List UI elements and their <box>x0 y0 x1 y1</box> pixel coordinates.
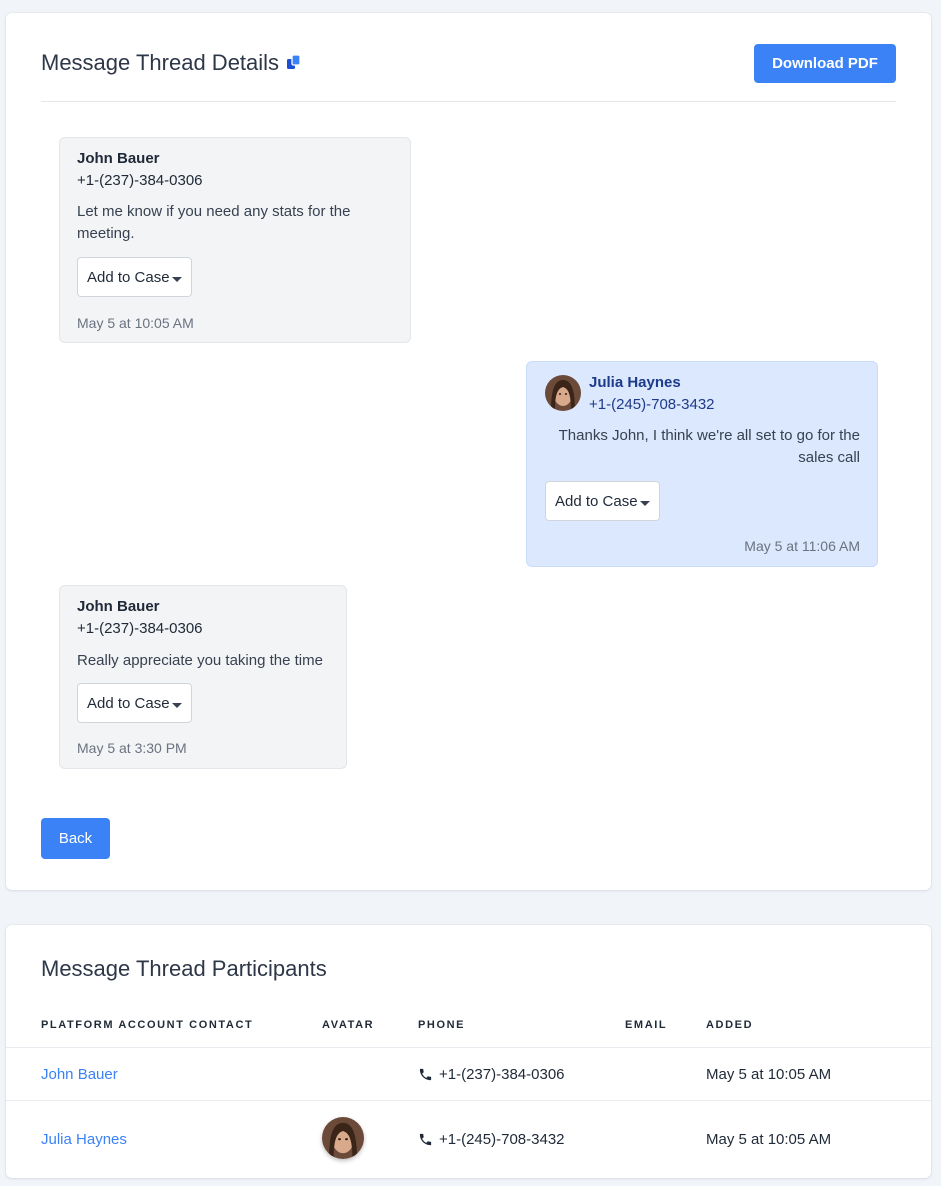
phone-icon <box>418 1132 433 1147</box>
column-header-avatar: AVATAR <box>322 1019 375 1031</box>
participant-phone: +1-(245)-708-3432 <box>439 1131 565 1148</box>
add-to-case-dropdown[interactable]: Add to Case <box>77 257 192 297</box>
table-row-divider <box>6 1047 931 1048</box>
participant-contact-link[interactable]: John Bauer <box>41 1066 118 1083</box>
message-thread-participants-card: Message Thread Participants PLATFORM ACC… <box>6 925 931 1178</box>
message-timestamp: May 5 at 10:05 AM <box>77 315 194 331</box>
download-pdf-button[interactable]: Download PDF <box>754 44 896 83</box>
message-thread-details-card: Message Thread Details Download PDF John… <box>6 13 931 890</box>
message-text: Thanks John, I think we're all set to go… <box>558 427 860 466</box>
sender-phone: +1-(237)-384-0306 <box>77 172 203 189</box>
sender-name: John Bauer <box>77 598 160 615</box>
caret-down-icon <box>172 277 182 282</box>
add-to-case-label: Add to Case <box>87 268 170 286</box>
back-button[interactable]: Back <box>41 818 110 859</box>
message-bubble-incoming: John Bauer +1-(237)-384-0306 Really appr… <box>59 585 347 769</box>
column-header-email: EMAIL <box>625 1019 668 1031</box>
message-timestamp: May 5 at 11:06 AM <box>744 538 860 554</box>
participant-added: May 5 at 10:05 AM <box>706 1131 832 1148</box>
add-to-case-label: Add to Case <box>555 492 638 510</box>
copy-icon[interactable] <box>286 54 302 70</box>
column-header-contact: PLATFORM ACCOUNT CONTACT <box>41 1019 254 1031</box>
section-title: Message Thread Participants <box>41 956 327 981</box>
table-row-divider <box>6 1100 931 1101</box>
add-to-case-label: Add to Case <box>87 694 170 712</box>
message-timestamp: May 5 at 3:30 PM <box>77 740 187 756</box>
participant-contact-link[interactable]: Julia Haynes <box>41 1131 127 1148</box>
avatar <box>545 375 581 411</box>
sender-name: Julia Haynes <box>589 374 681 391</box>
caret-down-icon <box>172 703 182 708</box>
participant-added: May 5 at 10:05 AM <box>706 1066 832 1083</box>
sender-phone: +1-(245)-708-3432 <box>589 396 715 413</box>
column-header-added: ADDED <box>706 1019 754 1031</box>
phone-icon <box>418 1067 433 1082</box>
header-divider <box>41 101 896 102</box>
message-bubble-outgoing: Julia Haynes +1-(245)-708-3432 Thanks Jo… <box>526 361 878 567</box>
participant-phone: +1-(237)-384-0306 <box>439 1066 565 1083</box>
sender-name: John Bauer <box>77 150 160 167</box>
avatar <box>322 1117 364 1159</box>
sender-phone: +1-(237)-384-0306 <box>77 620 203 637</box>
message-bubble-incoming: John Bauer +1-(237)-384-0306 Let me know… <box>59 137 411 343</box>
add-to-case-dropdown[interactable]: Add to Case <box>545 481 660 521</box>
page-title: Message Thread Details <box>41 50 280 75</box>
add-to-case-dropdown[interactable]: Add to Case <box>77 683 192 723</box>
message-text: Really appreciate you taking the time <box>77 652 323 669</box>
message-text: Let me know if you need any stats for th… <box>77 203 351 242</box>
column-header-phone: PHONE <box>418 1019 466 1031</box>
caret-down-icon <box>640 501 650 506</box>
